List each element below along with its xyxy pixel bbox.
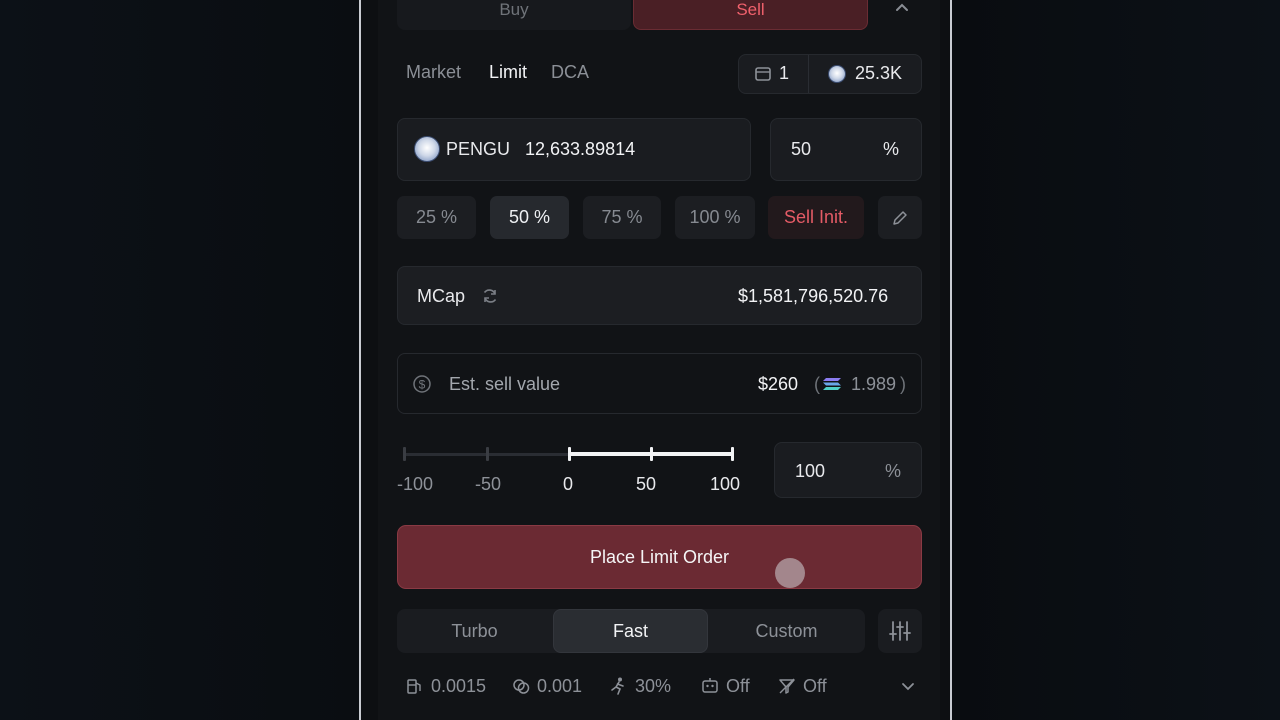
percent-symbol: %	[883, 139, 900, 159]
slider-handle[interactable]	[731, 447, 734, 461]
pengu-token-icon	[414, 136, 440, 162]
tab-dca[interactable]: DCA	[551, 62, 589, 83]
wallet-count[interactable]: 1	[779, 63, 789, 84]
estimate-paren-close: )	[900, 374, 906, 394]
estimate-usd: $260	[758, 374, 799, 394]
slippage-setting[interactable]: 30%	[609, 674, 671, 698]
place-button-label: Place Limit Order	[589, 546, 730, 567]
quick-75-button[interactable]: 75 %	[583, 196, 661, 239]
tab-limit[interactable]: Limit	[489, 62, 527, 83]
chevron-up-icon[interactable]	[890, 0, 914, 18]
gas-pump-icon	[407, 679, 421, 694]
estimate-label: Est. sell value	[449, 374, 561, 394]
edit-presets-button[interactable]	[878, 196, 922, 239]
filter-setting[interactable]: Off	[777, 674, 827, 698]
slider-label: -100	[397, 474, 434, 494]
quick-100-button[interactable]: 100 %	[675, 196, 755, 239]
speed-custom[interactable]: Custom	[709, 609, 864, 653]
mev-value: Off	[726, 675, 750, 696]
slider-label: -50	[475, 474, 502, 494]
left-backdrop	[0, 0, 360, 720]
buy-tab[interactable]: Buy	[397, 0, 631, 30]
estimate-paren-open: (	[814, 374, 820, 394]
slider-label: 100	[710, 474, 741, 494]
speed-fast[interactable]: Fast	[553, 609, 708, 653]
slider-input-suffix: %	[885, 461, 902, 481]
right-backdrop	[952, 0, 1280, 720]
slider-tick[interactable]	[568, 447, 571, 461]
advanced-settings-button[interactable]	[878, 609, 922, 653]
slider-tick[interactable]	[650, 447, 653, 461]
slider-label: 50	[636, 474, 657, 494]
speed-turbo[interactable]: Turbo	[397, 609, 552, 653]
priority-fee-value: 0.0015	[431, 675, 487, 696]
sell-tab[interactable]: Sell	[633, 0, 868, 30]
tab-market[interactable]: Market	[406, 62, 461, 83]
sell-initial-button[interactable]: Sell Init.	[768, 196, 864, 239]
pencil-icon	[893, 210, 907, 225]
coins-icon	[513, 679, 530, 694]
slider-label: 0	[563, 474, 574, 494]
slider-tick[interactable]	[403, 447, 406, 461]
wallet-icon[interactable]	[754, 65, 772, 83]
quick-50-button[interactable]: 50 %	[490, 196, 569, 239]
quick-25-button[interactable]: 25 %	[397, 196, 476, 239]
bribe-fee-value: 0.001	[537, 675, 583, 696]
chevron-down-icon[interactable]	[898, 676, 918, 696]
slider-input-value[interactable]: 100	[795, 461, 825, 482]
touch-cursor	[775, 558, 805, 588]
solana-icon	[823, 376, 843, 392]
percent-value[interactable]: 50	[791, 139, 811, 160]
token-symbol: PENGU	[446, 139, 511, 159]
estimate-sol: 1.989	[851, 374, 897, 394]
slider-tick[interactable]	[486, 447, 489, 461]
token-avatar-icon	[828, 65, 846, 83]
token-balance[interactable]: 25.3K	[855, 63, 902, 84]
panel-border-left	[359, 0, 361, 720]
mcap-value[interactable]: $1,581,796,520.76	[738, 286, 888, 307]
stat-divider	[808, 55, 809, 93]
svg-text:$: $	[419, 378, 426, 392]
bribe-fee[interactable]: 0.001	[511, 674, 582, 698]
dollar-circle-icon: $	[412, 374, 432, 394]
sliders-icon	[889, 621, 911, 641]
filter-value: Off	[803, 675, 827, 696]
place-limit-order-button[interactable]: Place Limit Order	[397, 525, 922, 589]
slippage-value: 30%	[635, 675, 672, 696]
priority-fee[interactable]: 0.0015	[405, 674, 486, 698]
refresh-icon[interactable]	[480, 286, 500, 306]
token-amount[interactable]: 12,633.89814	[525, 139, 635, 160]
slippage-walk-icon	[611, 677, 624, 695]
panel-border-right	[950, 0, 952, 720]
robot-icon	[702, 678, 718, 693]
mev-protect-setting[interactable]: Off	[700, 674, 750, 698]
filter-off-icon	[779, 678, 795, 694]
mcap-label: MCap	[417, 286, 466, 306]
